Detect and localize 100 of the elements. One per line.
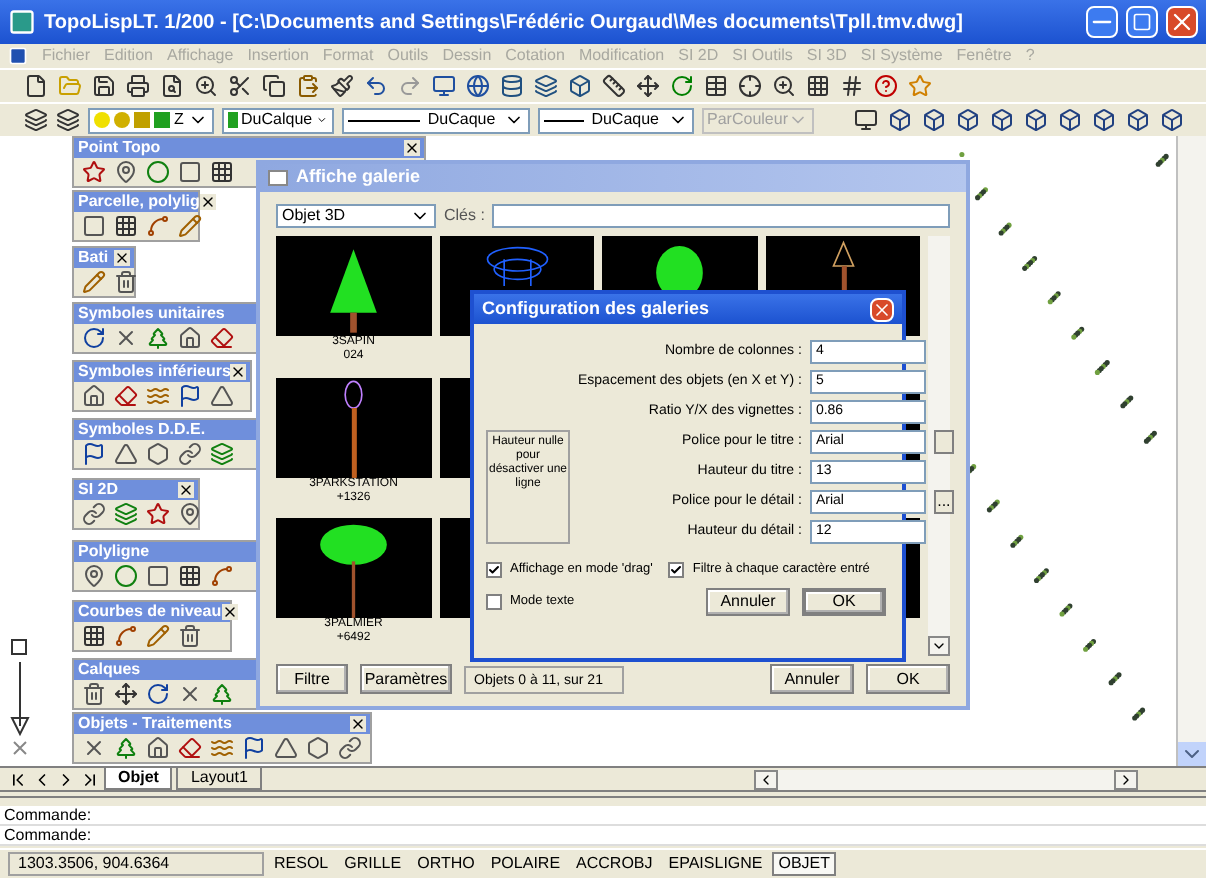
cancel-button[interactable]: Annuler (770, 664, 854, 694)
circle-icon[interactable] (146, 160, 170, 184)
house-icon[interactable] (178, 326, 202, 350)
database-icon[interactable] (500, 74, 524, 98)
square-icon[interactable] (82, 214, 106, 238)
status-toggle[interactable]: OBJET (772, 852, 837, 876)
pencil-icon[interactable] (146, 624, 170, 648)
curve-icon[interactable] (210, 564, 234, 588)
copy-icon[interactable] (262, 74, 286, 98)
square-icon[interactable] (178, 160, 202, 184)
triangle-icon[interactable] (210, 384, 234, 408)
new-file-icon[interactable] (24, 74, 48, 98)
checkbox[interactable] (486, 561, 502, 578)
pin-icon[interactable] (178, 502, 202, 526)
cube-icon[interactable] (989, 108, 1014, 132)
eraser-icon[interactable] (114, 384, 138, 408)
printer-icon[interactable] (126, 74, 150, 98)
close-icon[interactable] (404, 140, 420, 156)
layer-dropdown[interactable]: Z (88, 107, 214, 133)
table-icon[interactable] (704, 74, 728, 98)
tree-icon[interactable] (146, 326, 170, 350)
paste-icon[interactable] (296, 74, 320, 98)
cube-icon[interactable] (1125, 108, 1150, 132)
checkbox[interactable] (486, 593, 502, 610)
tree-icon[interactable] (210, 682, 234, 706)
trash-icon[interactable] (114, 270, 138, 294)
triangle-icon[interactable] (114, 442, 138, 466)
layers-icon[interactable] (210, 442, 234, 466)
ok-button[interactable]: OK (866, 664, 950, 694)
color-dropdown[interactable]: DuCalque (221, 107, 334, 133)
thumbnail[interactable] (276, 518, 431, 619)
horizontal-scrollbar[interactable] (753, 769, 1138, 789)
grid-icon[interactable] (210, 160, 234, 184)
help-icon[interactable] (874, 74, 898, 98)
status-toggle[interactable]: RESOL (268, 852, 335, 876)
cube-icon[interactable] (1023, 108, 1048, 132)
close-icon[interactable] (350, 716, 366, 732)
ok-button[interactable]: OK (802, 587, 886, 615)
monitor-icon[interactable] (853, 108, 878, 132)
status-toggle[interactable]: ORTHO (411, 852, 481, 876)
box-icon[interactable] (568, 74, 592, 98)
category-dropdown[interactable]: Objet 3D (276, 204, 436, 228)
move-icon[interactable] (114, 682, 138, 706)
star-icon[interactable] (146, 502, 170, 526)
undo-icon[interactable] (364, 74, 388, 98)
brush-icon[interactable] (330, 74, 354, 98)
close-icon[interactable] (178, 482, 194, 498)
crosshair-icon[interactable] (738, 74, 762, 98)
rotate-icon[interactable] (82, 326, 106, 350)
hash-icon[interactable] (840, 74, 864, 98)
flag-icon[interactable] (178, 384, 202, 408)
eraser-icon[interactable] (178, 736, 202, 760)
thumbnail[interactable] (276, 377, 431, 478)
hexagon-icon[interactable] (146, 442, 170, 466)
minimize-icon[interactable] (1086, 6, 1118, 38)
status-toggle[interactable]: GRILLE (338, 852, 408, 876)
settings-button[interactable]: Paramètres (360, 664, 452, 694)
scroll-left-icon[interactable] (753, 769, 778, 789)
font-picker-button[interactable]: ... (933, 490, 954, 514)
cross-icon[interactable] (178, 682, 202, 706)
link-icon[interactable] (338, 736, 362, 760)
layers-icon[interactable] (114, 502, 138, 526)
thumbnail[interactable] (276, 236, 431, 336)
square-icon[interactable] (146, 564, 170, 588)
cube-icon[interactable] (1159, 108, 1184, 132)
grid-icon[interactable] (114, 214, 138, 238)
first-tab-icon[interactable] (8, 769, 28, 789)
trash-icon[interactable] (82, 682, 106, 706)
grid-icon[interactable] (82, 624, 106, 648)
scissors-icon[interactable] (228, 74, 252, 98)
filter-button[interactable]: Filtre (276, 664, 348, 694)
print-preview-icon[interactable] (160, 74, 184, 98)
layers-icon[interactable] (534, 74, 558, 98)
cube-icon[interactable] (955, 108, 980, 132)
linetype-dropdown[interactable]: DuCaque (341, 107, 530, 133)
cube-icon[interactable] (887, 108, 912, 132)
status-toggle[interactable]: EPAISLIGNE (662, 852, 769, 876)
star-icon[interactable] (908, 74, 932, 98)
cross-icon[interactable] (82, 736, 106, 760)
scroll-down-icon[interactable] (928, 636, 950, 656)
magnifier-icon[interactable] (194, 74, 218, 98)
house-icon[interactable] (146, 736, 170, 760)
vertical-scrollbar[interactable] (1176, 136, 1206, 766)
font-picker-button[interactable] (933, 430, 954, 454)
app-menu-icon[interactable] (8, 46, 28, 66)
circle-icon[interactable] (114, 564, 138, 588)
grid-icon[interactable] (806, 74, 830, 98)
layout-tab[interactable]: Layout1 (176, 768, 262, 790)
last-tab-icon[interactable] (80, 769, 100, 789)
curve-icon[interactable] (146, 214, 170, 238)
flag-icon[interactable] (242, 736, 266, 760)
checkbox[interactable] (668, 561, 685, 578)
pin-icon[interactable] (114, 160, 138, 184)
star-icon[interactable] (82, 160, 106, 184)
monitor-icon[interactable] (432, 74, 456, 98)
close-icon[interactable] (114, 250, 130, 266)
pencil-icon[interactable] (82, 270, 106, 294)
status-toggle[interactable]: POLAIRE (484, 852, 567, 876)
flag-icon[interactable] (82, 442, 106, 466)
cancel-button[interactable]: Annuler (706, 587, 790, 615)
